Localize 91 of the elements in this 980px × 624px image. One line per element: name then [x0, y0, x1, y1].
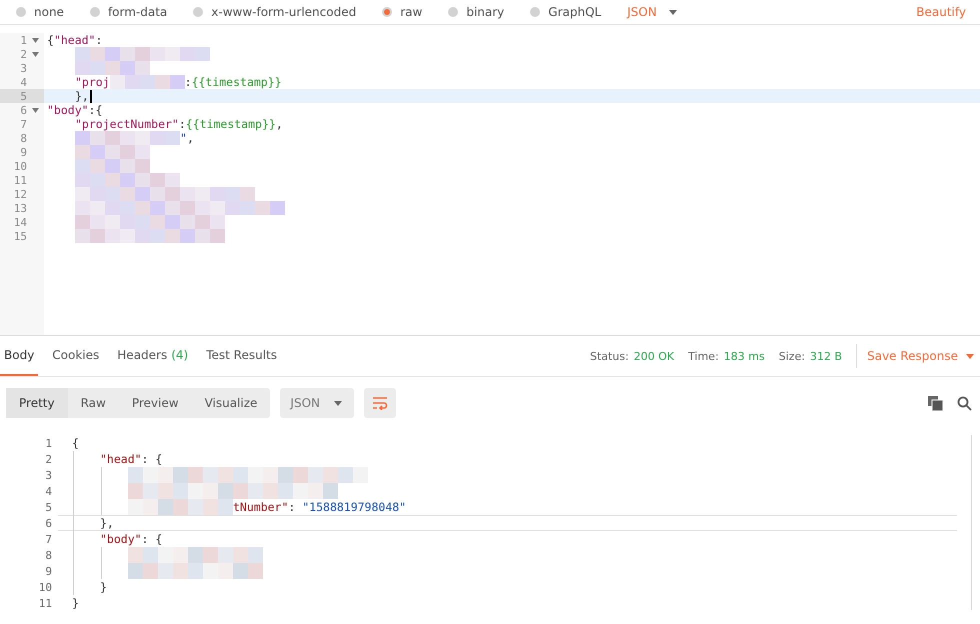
status-label: Size:	[778, 350, 806, 362]
view-mode-button[interactable]: Visualize	[192, 388, 270, 418]
code-token: tNumber"	[233, 500, 288, 514]
line-number: 2	[45, 452, 52, 467]
text-cursor	[90, 90, 92, 102]
code-token: : {	[142, 532, 162, 546]
caret-icon	[334, 400, 342, 406]
line-number: 6	[0, 103, 44, 117]
fold-arrow-icon[interactable]	[32, 52, 38, 56]
line-number: 8	[19, 131, 28, 145]
line-number: 5	[0, 89, 44, 103]
line-number: 10	[12, 159, 28, 173]
search-button[interactable]	[955, 394, 974, 412]
line-number: 1	[0, 33, 44, 47]
body-type-radio[interactable]: GraphQL	[530, 5, 602, 19]
search-icon	[957, 396, 972, 410]
line-number: 3	[45, 468, 52, 483]
status-value: 200 OK	[634, 350, 674, 362]
fold-arrow-icon[interactable]	[32, 38, 38, 42]
status-value: 312 B	[810, 350, 842, 362]
code-token: "body"	[47, 103, 89, 117]
line-number: 4	[45, 484, 52, 499]
line-number: 15	[12, 229, 28, 243]
line-number: 2	[0, 47, 44, 61]
body-type-radio[interactable]: x-www-form-urlencoded	[193, 5, 356, 19]
status-value: 183 ms	[724, 350, 765, 362]
line-number: 4	[19, 75, 28, 89]
line-number: 7	[45, 532, 52, 547]
line-number: 6	[45, 516, 52, 531]
copy-button[interactable]	[926, 394, 945, 412]
code-token: ,	[276, 117, 283, 131]
code-token: :	[288, 500, 296, 514]
code-token: "head"	[100, 452, 142, 466]
view-mode-button[interactable]: Pretty	[6, 388, 68, 418]
code-token: :{	[88, 103, 102, 117]
code-token: :	[178, 117, 186, 131]
code-token: "proj	[75, 75, 110, 89]
tab-label: Test Results	[206, 348, 278, 362]
caret-icon	[668, 10, 677, 14]
code-token: {	[72, 436, 79, 450]
copy-icon	[928, 396, 943, 410]
code-token: }	[72, 596, 79, 610]
code-token: {{timestamp}}	[186, 117, 276, 131]
code-token: "projectNumber"	[75, 117, 179, 131]
code-token: "	[180, 131, 187, 145]
status-label: Time:	[688, 350, 719, 362]
code-token: :	[184, 75, 192, 89]
status-label: Status:	[590, 350, 629, 362]
line-number: 12	[12, 187, 28, 201]
line-number: 8	[45, 548, 52, 563]
response-tab[interactable]: Cookies	[48, 336, 104, 376]
line-number: 10	[38, 580, 52, 595]
line-number: 14	[12, 215, 28, 229]
line-number: 7	[19, 117, 28, 131]
view-mode-button[interactable]: Raw	[68, 388, 119, 418]
caret-icon	[966, 354, 974, 358]
code-token: {	[47, 33, 54, 47]
body-type-radio[interactable]: binary	[448, 5, 504, 19]
response-tab[interactable]: Body	[0, 336, 38, 376]
tab-label: Cookies	[52, 348, 100, 362]
line-number: 11	[12, 173, 28, 187]
code-token: },	[100, 516, 114, 530]
code-token: : {	[142, 452, 162, 466]
code-token: {{timestamp}}	[192, 75, 282, 89]
view-mode-button[interactable]: Preview	[118, 388, 192, 418]
body-type-radio[interactable]: none	[16, 5, 64, 19]
wrap-icon	[372, 396, 388, 410]
line-number: 11	[38, 596, 52, 611]
line-number: 5	[45, 500, 52, 515]
code-token: },	[75, 89, 89, 103]
response-format-dropdown[interactable]: JSON	[280, 388, 354, 418]
wrap-lines-button[interactable]	[364, 388, 396, 418]
body-type-radio[interactable]: raw	[382, 5, 422, 19]
line-number: 9	[45, 564, 52, 579]
code-token: "body"	[100, 532, 142, 546]
code-token: ,	[186, 131, 194, 145]
line-number: 3	[19, 61, 28, 75]
fold-arrow-icon[interactable]	[32, 108, 38, 112]
code-token: "1588819798048"	[302, 500, 406, 514]
tab-label: Body	[4, 348, 34, 362]
line-number: 9	[19, 145, 28, 159]
line-number: 13	[12, 201, 28, 215]
line-number: 1	[45, 436, 52, 451]
code-token: }	[100, 580, 107, 594]
tab-count: (4)	[171, 348, 188, 362]
tab-label: Headers	[117, 348, 168, 362]
response-tab[interactable]: Test Results	[202, 336, 282, 376]
code-token: :	[95, 33, 102, 47]
code-token: "head"	[54, 33, 96, 47]
body-type-radio[interactable]: form-data	[90, 5, 168, 19]
response-tab[interactable]: Headers (4)	[113, 336, 192, 376]
